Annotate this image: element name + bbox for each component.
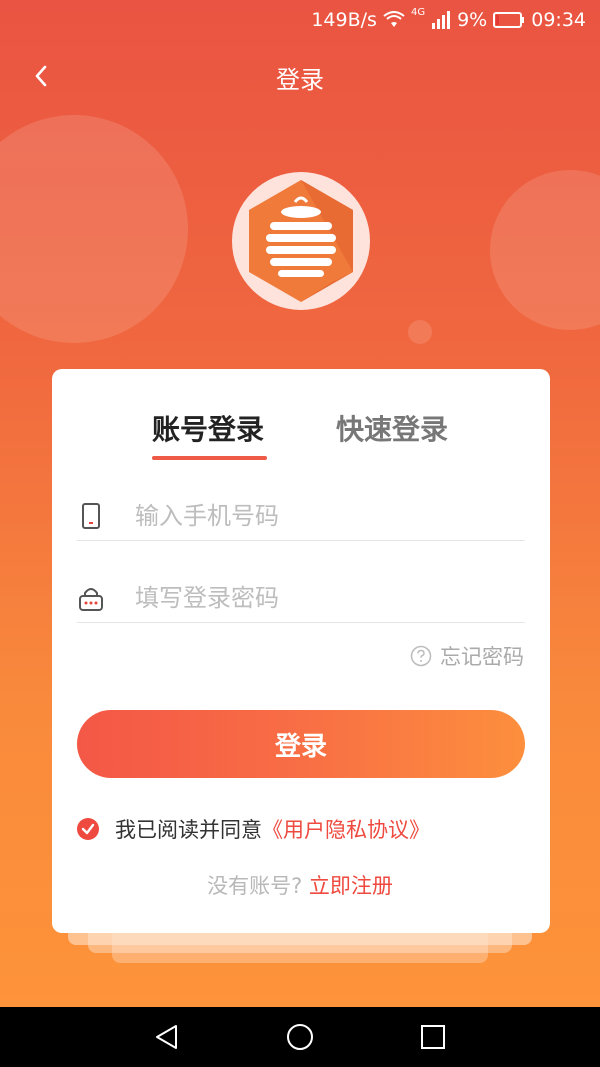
password-input[interactable] xyxy=(133,578,517,618)
no-account-text: 没有账号? xyxy=(207,874,303,898)
decor-circle-right xyxy=(490,170,600,330)
beehive-logo-icon xyxy=(232,172,370,310)
active-tab-indicator xyxy=(152,456,267,460)
nav-bar: 登录 xyxy=(0,50,600,102)
status-bar: 149B/s 4G 9% 09:34 xyxy=(0,0,600,40)
tab-account-login[interactable]: 账号登录 xyxy=(152,408,264,448)
question-circle-icon xyxy=(410,645,432,667)
system-navigation-bar xyxy=(0,1007,600,1067)
tab-quick-login[interactable]: 快速登录 xyxy=(336,408,448,448)
signal-icon xyxy=(432,11,451,29)
wifi-icon xyxy=(383,11,405,27)
lock-icon xyxy=(79,588,103,611)
page-title: 登录 xyxy=(276,66,324,94)
network-speed: 149B/s xyxy=(311,9,377,31)
app-screen: 149B/s 4G 9% 09:34 登录 账号登录 快速登录 输入手机号码 忘… xyxy=(0,0,600,1007)
decor-circle-left xyxy=(0,115,188,343)
agreement-checkbox[interactable] xyxy=(77,818,99,840)
phone-input[interactable] xyxy=(133,496,517,536)
agreement-row: 我已阅读并同意 《用户隐私协议》 xyxy=(77,814,430,844)
decor-circle-small xyxy=(408,320,432,344)
forgot-password-label: 忘记密码 xyxy=(440,645,524,669)
privacy-agreement-link[interactable]: 《用户隐私协议》 xyxy=(262,814,430,844)
forgot-password-link[interactable]: 忘记密码 xyxy=(410,641,524,671)
app-logo xyxy=(232,172,370,310)
clock: 09:34 xyxy=(531,9,586,31)
login-button[interactable]: 登录 xyxy=(77,710,525,778)
password-field xyxy=(77,572,525,623)
back-triangle-icon[interactable] xyxy=(152,1022,182,1052)
network-type: 4G xyxy=(410,6,426,18)
battery-icon xyxy=(493,12,525,28)
phone-field xyxy=(77,490,525,541)
battery-percent: 9% xyxy=(457,9,488,31)
recents-square-icon[interactable] xyxy=(418,1022,448,1052)
home-circle-icon[interactable] xyxy=(285,1022,315,1052)
check-icon xyxy=(81,823,95,835)
register-row: 没有账号? 立即注册 xyxy=(0,870,600,900)
register-link[interactable]: 立即注册 xyxy=(309,874,393,898)
agreement-text: 我已阅读并同意 xyxy=(115,818,262,842)
phone-icon xyxy=(82,503,100,529)
